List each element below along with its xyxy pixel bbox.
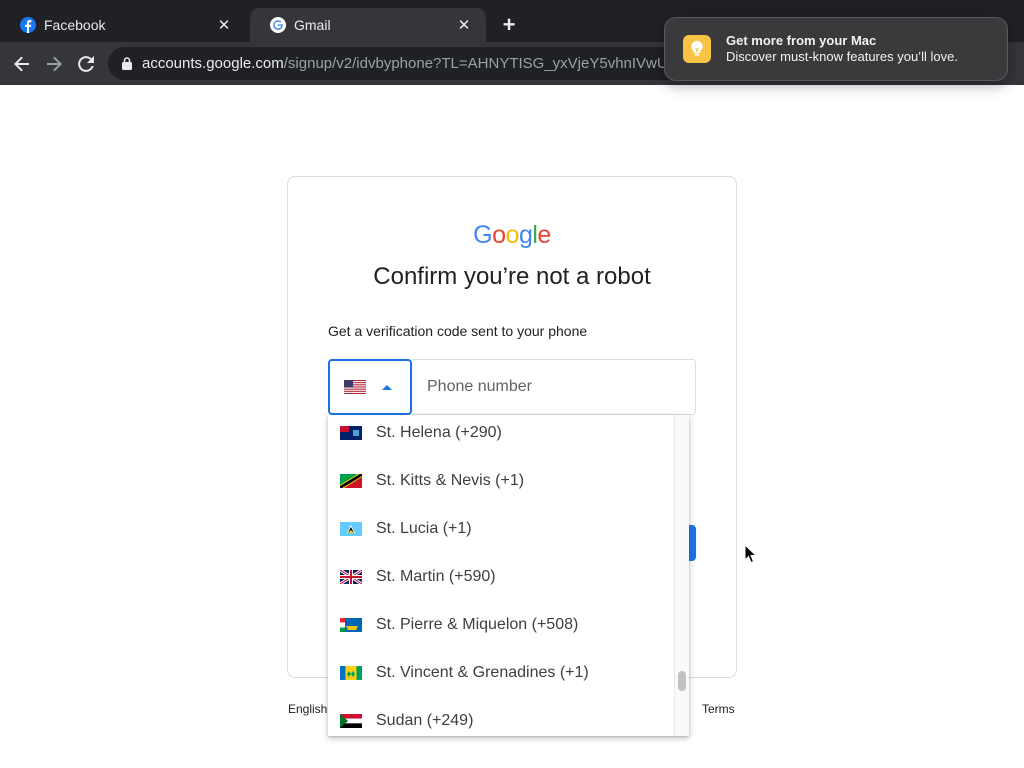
tab-label: Gmail xyxy=(294,17,331,33)
option-label: St. Pierre & Miquelon (+508) xyxy=(376,616,579,633)
option-label: St. Kitts & Nevis (+1) xyxy=(376,472,525,489)
address-bar[interactable]: accounts.google.com/signup/v2/idvbyphone… xyxy=(108,47,708,80)
google-icon xyxy=(270,17,286,33)
language-selector[interactable]: English xyxy=(288,702,327,716)
close-tab-icon[interactable]: ✕ xyxy=(216,17,232,34)
country-option-sudan[interactable]: Sudan (+249) xyxy=(328,697,674,736)
back-button[interactable] xyxy=(8,50,36,78)
logo-letter: g xyxy=(518,221,533,249)
country-code-select[interactable] xyxy=(328,359,412,415)
option-label: St. Lucia (+1) xyxy=(376,520,472,537)
url-text: accounts.google.com/signup/v2/idvbyphone… xyxy=(142,55,675,72)
instruction-text: Get a verification code sent to your pho… xyxy=(328,323,588,339)
url-path: /signup/v2/idvbyphone?TL=AHNYTISG_yxVjeY… xyxy=(283,55,676,72)
close-tab-icon[interactable]: ✕ xyxy=(456,17,472,34)
country-option-st-helena[interactable]: St. Helena (+290) xyxy=(328,415,674,457)
country-option-st-kitts-nevis[interactable]: St. Kitts & Nevis (+1) xyxy=(328,457,674,505)
mac-notification[interactable]: Get more from your Mac Discover must-kno… xyxy=(664,17,1008,81)
dropdown-scrollbar[interactable] xyxy=(674,415,689,736)
us-flag-icon xyxy=(344,380,366,394)
google-logo: Google xyxy=(288,221,736,250)
st-lucia-flag-icon xyxy=(340,522,362,536)
url-host: accounts.google.com xyxy=(142,55,284,72)
facebook-icon xyxy=(20,17,36,33)
new-tab-button[interactable]: + xyxy=(496,12,522,38)
option-label: St. Helena (+290) xyxy=(376,424,502,441)
logo-letter: o xyxy=(492,221,506,249)
scrollbar-thumb[interactable] xyxy=(678,671,686,691)
reload-button[interactable] xyxy=(72,50,100,78)
chevron-up-icon xyxy=(382,384,392,390)
terms-link[interactable]: Terms xyxy=(702,702,735,716)
country-option-st-vincent-grenadines[interactable]: St. Vincent & Grenadines (+1) xyxy=(328,649,674,697)
st-pierre-miquelon-flag-icon xyxy=(340,618,362,632)
lock-icon xyxy=(122,57,132,70)
arrow-left-icon xyxy=(14,56,29,72)
forward-button[interactable] xyxy=(40,50,68,78)
logo-letter: G xyxy=(473,221,493,249)
country-option-st-martin[interactable]: St. Martin (+590) xyxy=(328,553,674,601)
tab-label: Facebook xyxy=(44,17,106,33)
st-martin-flag-icon xyxy=(340,570,362,584)
tab-facebook[interactable]: Facebook ✕ xyxy=(0,8,246,42)
mouse-pointer-icon xyxy=(744,544,758,564)
st-vincent-grenadines-flag-icon xyxy=(340,666,362,680)
sudan-flag-icon xyxy=(340,714,362,728)
country-option-st-lucia[interactable]: St. Lucia (+1) xyxy=(328,505,674,553)
notification-title: Get more from your Mac xyxy=(726,33,877,48)
option-label: St. Vincent & Grenadines (+1) xyxy=(376,664,589,681)
country-option-st-pierre-miquelon[interactable]: St. Pierre & Miquelon (+508) xyxy=(328,601,674,649)
st-helena-flag-icon xyxy=(340,426,362,440)
st-kitts-nevis-flag-icon xyxy=(340,474,362,488)
option-label: Sudan (+249) xyxy=(376,712,474,729)
arrow-right-icon xyxy=(47,56,62,72)
logo-letter: e xyxy=(537,221,551,249)
reload-icon xyxy=(78,56,94,72)
option-label: St. Martin (+590) xyxy=(376,568,496,585)
tab-gmail[interactable]: Gmail ✕ xyxy=(250,8,486,42)
tips-lightbulb-icon xyxy=(683,35,711,63)
logo-letter: o xyxy=(505,221,520,249)
country-dropdown-list[interactable]: St. Helena (+290) St. Kitts & Nevis (+1)… xyxy=(328,415,689,736)
phone-number-input[interactable] xyxy=(412,359,696,415)
notification-body: Discover must-know features you’ll love. xyxy=(726,49,958,64)
page-title: Confirm you’re not a robot xyxy=(373,263,651,290)
